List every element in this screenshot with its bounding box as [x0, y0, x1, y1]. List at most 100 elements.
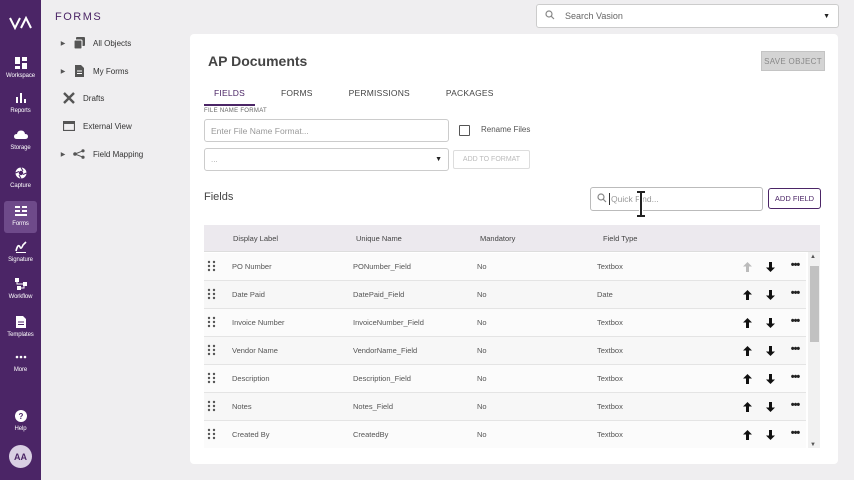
table-row[interactable]: Vendor Name VendorName_Field No Textbox ••• [204, 337, 806, 365]
column-header[interactable]: Unique Name [356, 234, 402, 243]
move-up-icon[interactable] [742, 317, 752, 328]
forms-icon [14, 204, 28, 218]
cell-display-label: Invoice Number [232, 318, 285, 327]
caret-down-icon[interactable]: ▼ [823, 13, 830, 20]
move-up-icon[interactable] [742, 345, 752, 356]
cell-display-label: Created By [232, 430, 270, 439]
format-select[interactable]: ... ▼ [204, 148, 449, 171]
scroll-down-icon[interactable]: ▼ [810, 442, 816, 448]
rail-more[interactable]: More [0, 350, 41, 384]
drag-handle-icon[interactable] [207, 288, 216, 300]
column-header[interactable]: Field Type [603, 234, 637, 243]
tab-permissions[interactable]: PERMISSIONS [339, 84, 420, 106]
main-card: AP Documents SAVE OBJECT FIELDS FORMS PE… [190, 34, 838, 464]
table-row[interactable]: Invoice Number InvoiceNumber_Field No Textb… [204, 309, 806, 337]
move-down-icon[interactable] [765, 289, 775, 300]
cell-display-label: Vendor Name [232, 346, 278, 355]
move-down-icon[interactable] [765, 401, 775, 412]
drag-handle-icon[interactable] [207, 344, 216, 356]
move-down-icon[interactable] [765, 317, 775, 328]
drag-handle-icon[interactable] [207, 400, 216, 412]
rail-signature[interactable]: Signature [0, 240, 41, 274]
global-search[interactable]: Search Vasion ▼ [536, 4, 839, 28]
nav-my-forms[interactable]: ▶ My Forms [41, 62, 185, 80]
rail-workflow[interactable]: Workflow [0, 277, 41, 311]
nav-all-objects[interactable]: ▶ All Objects [41, 34, 185, 52]
nav-label: My Forms [93, 66, 129, 76]
table-row[interactable]: Description Description_Field No Textbox ••• [204, 365, 806, 393]
chevron-right-icon[interactable]: ▶ [59, 40, 67, 47]
move-down-icon[interactable] [765, 261, 775, 272]
more-options-icon[interactable]: ••• [788, 287, 802, 299]
signature-icon [14, 240, 28, 254]
rail-reports[interactable]: Reports [0, 91, 41, 125]
tab-fields[interactable]: FIELDS [204, 84, 255, 106]
more-options-icon[interactable]: ••• [788, 315, 802, 327]
rail-help[interactable]: ? Help [0, 409, 41, 443]
nav-field-mapping[interactable]: ▶ Field Mapping [41, 145, 185, 163]
rename-files-label: Rename Files [481, 125, 531, 134]
more-options-icon[interactable]: ••• [788, 371, 802, 383]
avatar[interactable]: AA [9, 445, 32, 468]
nav-label: All Objects [93, 38, 132, 48]
file-name-format-label: FILE NAME FORMAT [204, 108, 268, 114]
drag-handle-icon[interactable] [207, 428, 216, 440]
chevron-right-icon[interactable]: ▶ [59, 68, 67, 75]
cell-display-label: Description [232, 374, 270, 383]
table-scrollbar[interactable]: ▲ ▼ [808, 252, 820, 448]
move-up-icon[interactable] [742, 373, 752, 384]
move-up-icon[interactable] [742, 429, 752, 440]
add-to-format-button[interactable]: ADD TO FORMAT [453, 150, 530, 169]
add-field-button[interactable]: ADD FIELD [768, 188, 821, 209]
more-options-icon[interactable]: ••• [788, 259, 802, 271]
tab-packages[interactable]: PACKAGES [436, 84, 504, 106]
aperture-icon [14, 166, 28, 180]
column-header[interactable]: Mandatory [480, 234, 515, 243]
move-down-icon[interactable] [765, 373, 775, 384]
file-name-format-input[interactable]: Enter File Name Format... [204, 119, 449, 142]
search-icon [597, 190, 607, 208]
table-row[interactable]: Notes Notes_Field No Textbox ••• [204, 393, 806, 421]
tools-icon [63, 92, 75, 104]
move-down-icon[interactable] [765, 345, 775, 356]
rail-label: Forms [12, 221, 29, 227]
cell-field-type: Textbox [597, 402, 623, 411]
rail-capture[interactable]: Capture [0, 166, 41, 200]
cell-unique-name: VendorName_Field [353, 346, 418, 355]
vasion-logo[interactable] [0, 16, 41, 38]
scroll-up-icon[interactable]: ▲ [810, 254, 816, 260]
drag-handle-icon[interactable] [207, 316, 216, 328]
rail-label: More [13, 367, 28, 373]
chevron-right-icon[interactable]: ▶ [59, 151, 67, 158]
rail-templates[interactable]: Templates [0, 315, 41, 349]
rail-forms[interactable]: Forms [4, 201, 37, 233]
nav-drafts[interactable]: Drafts [41, 89, 185, 107]
rail-storage[interactable]: Storage [0, 128, 41, 162]
table-row[interactable]: Created By CreatedBy No Textbox ••• [204, 421, 806, 448]
table-row[interactable]: PO Number PONumber_Field No Textbox ••• [204, 253, 806, 281]
cell-unique-name: PONumber_Field [353, 262, 411, 271]
rename-files-checkbox[interactable] [459, 125, 470, 136]
move-down-icon[interactable] [765, 429, 775, 440]
more-options-icon[interactable]: ••• [788, 427, 802, 439]
move-up-icon[interactable] [742, 289, 752, 300]
drag-handle-icon[interactable] [207, 260, 216, 272]
scrollbar-thumb[interactable] [810, 266, 819, 342]
cell-mandatory: No [477, 374, 487, 383]
nav-external-view[interactable]: External View [41, 117, 185, 135]
help-icon: ? [14, 409, 28, 423]
more-dots-icon [14, 350, 28, 364]
cell-unique-name: InvoiceNumber_Field [353, 318, 424, 327]
rail-workspace[interactable]: Workspace [0, 56, 41, 90]
drag-handle-icon[interactable] [207, 372, 216, 384]
table-row[interactable]: Date Paid DatePaid_Field No Date ••• [204, 281, 806, 309]
more-options-icon[interactable]: ••• [788, 343, 802, 355]
column-header[interactable]: Display Label [233, 234, 278, 243]
move-up-icon[interactable] [742, 401, 752, 412]
workflow-icon [14, 277, 28, 291]
save-object-button[interactable]: SAVE OBJECT [761, 51, 825, 71]
more-options-icon[interactable]: ••• [788, 399, 802, 411]
quick-find-input[interactable]: Quick Find... [590, 187, 763, 211]
move-up-icon[interactable] [742, 261, 752, 272]
tab-forms[interactable]: FORMS [271, 84, 323, 106]
